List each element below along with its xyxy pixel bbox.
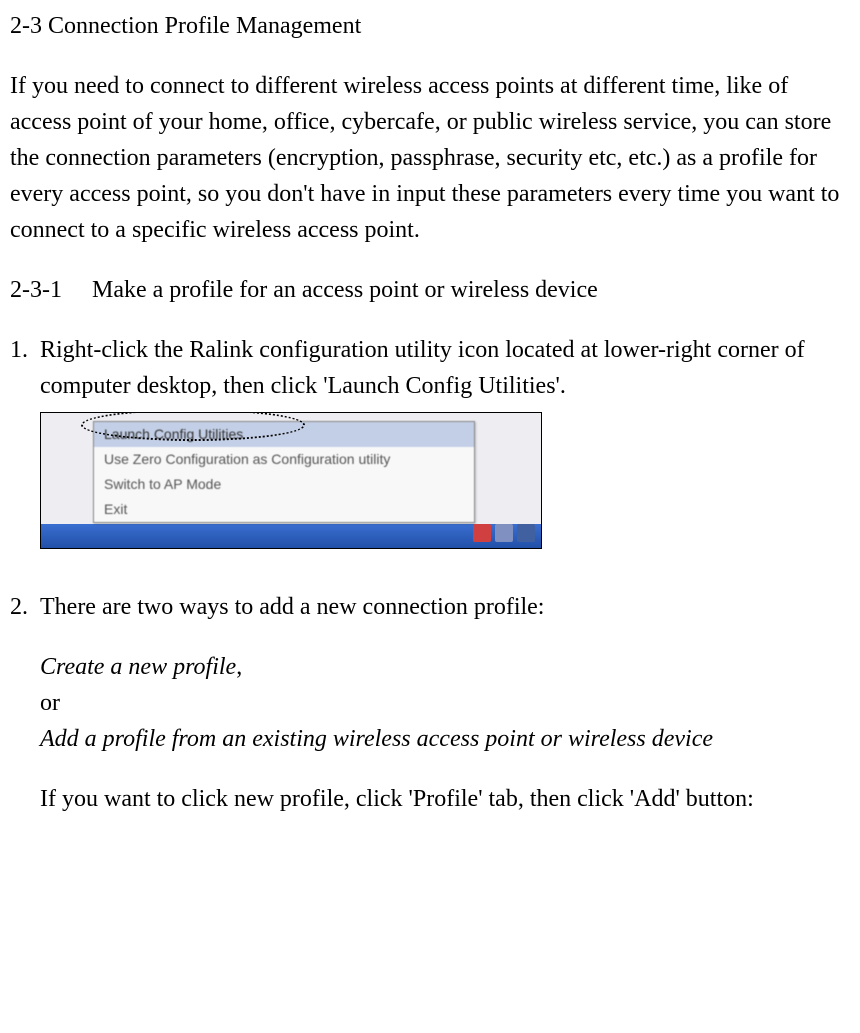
sub-section-title: Make a profile for an access point or wi…: [92, 277, 598, 303]
option-1-line: Create a new profile,: [40, 649, 850, 685]
step-2: 2. There are two ways to add a new conne…: [10, 589, 850, 817]
step-1: 1. Right-click the Ralink configuration …: [10, 332, 850, 549]
section-heading: 2-3 Connection Profile Management: [10, 8, 850, 44]
taskbar-strip: [41, 524, 541, 548]
or-text: or: [40, 685, 850, 721]
menu-item-exit[interactable]: Exit: [94, 497, 474, 522]
menu-item-launch-config[interactable]: Launch Config Utilities: [94, 422, 474, 447]
intro-paragraph: If you need to connect to different wire…: [10, 68, 850, 248]
comma: ,: [236, 654, 242, 680]
step-1-number: 1.: [10, 332, 40, 549]
tray-icon-2: [495, 524, 513, 542]
context-menu-screenshot: Launch Config Utilities Use Zero Configu…: [40, 412, 542, 549]
sub-section-number: 2-3-1: [10, 277, 62, 303]
option-1-text: Create a new profile: [40, 654, 236, 680]
step-2-followup: If you want to click new profile, click …: [40, 781, 850, 817]
menu-item-zero-config[interactable]: Use Zero Configuration as Configuration …: [94, 447, 474, 472]
step-2-number: 2.: [10, 589, 40, 817]
step-2-text: There are two ways to add a new connecti…: [40, 589, 850, 625]
option-2-text: Add a profile from an existing wireless …: [40, 721, 850, 757]
menu-item-ap-mode[interactable]: Switch to AP Mode: [94, 472, 474, 497]
context-menu: Launch Config Utilities Use Zero Configu…: [93, 421, 475, 523]
tray-icon-3: [517, 524, 535, 542]
sub-section-heading: 2-3-1 Make a profile for an access point …: [10, 272, 850, 308]
tray-icon-1: [473, 524, 491, 542]
step-1-text: Right-click the Ralink configuration uti…: [40, 332, 850, 404]
system-tray: [473, 524, 535, 542]
